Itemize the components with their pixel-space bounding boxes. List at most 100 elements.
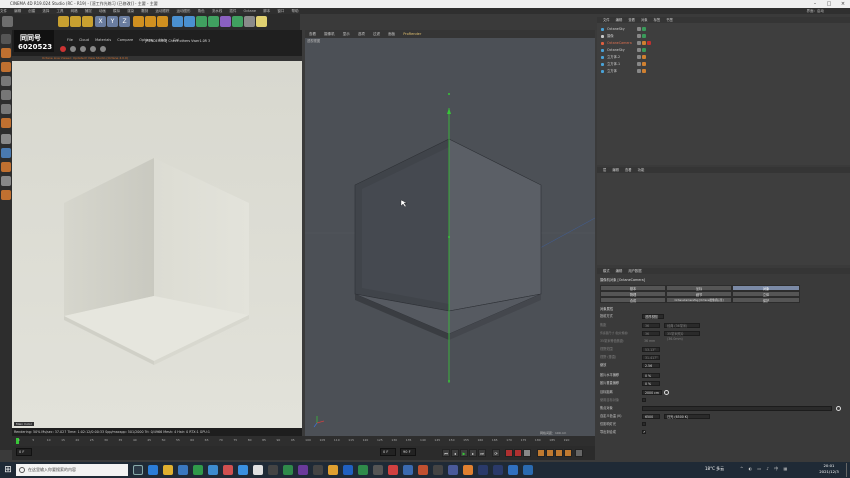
y-axis-icon[interactable]: Y (107, 16, 118, 27)
points-mode-icon[interactable] (1, 76, 11, 86)
edges-mode-icon[interactable] (1, 90, 11, 100)
wechat-work-icon[interactable] (283, 465, 293, 475)
file-explorer-icon[interactable] (163, 465, 173, 475)
om-menu-file[interactable]: 文件 (603, 18, 610, 22)
goto-start-icon[interactable]: ⏮ (442, 449, 450, 457)
pick-distance-icon[interactable] (664, 390, 669, 395)
vp-menu-cameras[interactable]: 摄像机 (324, 32, 335, 36)
vp-menu-filter[interactable]: 过滤 (373, 32, 380, 36)
model-mode-icon[interactable] (1, 48, 11, 58)
stop-render-icon[interactable] (60, 46, 66, 52)
pause-render-icon[interactable] (70, 46, 76, 52)
key-rotation-icon[interactable] (555, 449, 563, 457)
app-icon[interactable] (523, 465, 533, 475)
texture-mode-icon[interactable] (1, 62, 11, 72)
keyframe-selection-icon[interactable] (523, 449, 531, 457)
edge-icon[interactable] (148, 465, 158, 475)
spline-icon[interactable] (184, 16, 195, 27)
app-icon[interactable] (433, 465, 443, 475)
render-icon[interactable] (145, 16, 156, 27)
render-view-icon[interactable] (133, 16, 144, 27)
maximize-icon[interactable]: □ (822, 0, 836, 8)
nurbs-icon[interactable] (196, 16, 207, 27)
axis-mode-icon[interactable] (1, 118, 11, 128)
make-editable-icon[interactable] (1, 34, 11, 44)
om-menu-view[interactable]: 查看 (628, 18, 635, 22)
list-item[interactable]: 立方体.2 (599, 54, 849, 60)
menu-item[interactable]: 工具 (57, 9, 64, 13)
affect-lights-checkbox[interactable] (642, 422, 646, 426)
illustrator-icon[interactable] (463, 465, 473, 475)
start-frame-field[interactable]: 0 F (16, 448, 32, 456)
list-item[interactable]: 摄像 (599, 33, 849, 39)
current-frame-field[interactable]: 0 F (380, 448, 396, 456)
om-menu-edit[interactable]: 编辑 (616, 18, 623, 22)
app-icon[interactable] (313, 465, 323, 475)
zoom-field[interactable]: 2.56 (642, 363, 660, 368)
attr-menu-edit[interactable]: 编辑 (616, 269, 623, 273)
menu-item[interactable]: 捕捉 (85, 9, 92, 13)
locked-workplane-icon[interactable] (1, 162, 11, 172)
vp-menu-display[interactable]: 显示 (343, 32, 350, 36)
focal-preset-dropdown[interactable]: 经典 (36毫米) (664, 323, 700, 328)
show-desktop-button[interactable] (846, 463, 849, 477)
menu-item[interactable]: 动画 (99, 9, 106, 13)
film-offset-y-field[interactable]: 0 % (642, 381, 660, 386)
browser-icon[interactable] (223, 465, 233, 475)
app-icon[interactable] (403, 465, 413, 475)
z-axis-icon[interactable]: Z (119, 16, 130, 27)
rv-menu-cloud[interactable]: Cloud (79, 38, 89, 42)
menu-item[interactable]: 渲染 (127, 9, 134, 13)
close-icon[interactable]: × (836, 0, 850, 8)
undo-icon[interactable] (2, 16, 13, 27)
menu-item[interactable]: 运动图形 (177, 9, 191, 13)
goto-end-icon[interactable]: ⏭ (478, 449, 486, 457)
prev-key-icon[interactable]: ◂ (451, 449, 459, 457)
next-key-icon[interactable]: ▸ (469, 449, 477, 457)
attr-menu-userdata[interactable]: 用户数据 (628, 269, 641, 273)
sensor-size-field[interactable]: 36 (642, 331, 660, 336)
target-distance-field[interactable]: 2000 cm (642, 390, 662, 395)
list-item[interactable]: 立方体 (599, 68, 849, 74)
wechat-icon[interactable] (193, 465, 203, 475)
menu-item[interactable]: 创建 (28, 9, 35, 13)
excel-icon[interactable] (358, 465, 368, 475)
loop-icon[interactable]: ⟳ (492, 449, 500, 457)
menu-item[interactable]: 窗口 (277, 9, 284, 13)
sensor-preset-dropdown[interactable]: 35毫米照片 (36.0mm) (664, 331, 700, 341)
snap-icon[interactable] (1, 134, 11, 144)
app-icon[interactable] (328, 465, 338, 475)
layer-menu-layer[interactable]: 层 (603, 168, 606, 172)
list-item[interactable]: OctaneSky (599, 47, 849, 53)
timeline-menu-icon[interactable] (575, 449, 583, 457)
use-target-checkbox[interactable] (642, 398, 646, 402)
white-balance-preset-dropdown[interactable]: 日光 (6500 K) (664, 414, 710, 419)
fov-vertical-field[interactable]: 31.417° (642, 355, 660, 360)
list-item[interactable]: 立方体.1 (599, 61, 849, 67)
list-item[interactable]: OctaneSky (599, 26, 849, 32)
camera-icon[interactable] (244, 16, 255, 27)
pick-object-icon[interactable] (836, 406, 841, 411)
light-icon[interactable] (256, 16, 267, 27)
media-icon[interactable] (298, 465, 308, 475)
perspective-viewport[interactable] (305, 38, 595, 438)
scale-icon[interactable] (82, 16, 93, 27)
sculpt-icon[interactable] (1, 190, 11, 200)
menu-item[interactable]: 插件 (229, 9, 236, 13)
scene-icon[interactable] (232, 16, 243, 27)
system-tray-icons[interactable]: ^ ◐ ▭ ♪ 中 ▦ (740, 466, 800, 474)
chrome-icon[interactable] (253, 465, 263, 475)
restart-render-icon[interactable] (80, 46, 86, 52)
after-effects-icon[interactable] (478, 465, 488, 475)
layout-selector[interactable]: 界面：启动 (807, 8, 825, 14)
photoshop-icon[interactable] (508, 465, 518, 475)
om-menu-tags[interactable]: 标签 (654, 18, 661, 22)
key-param-icon[interactable] (564, 449, 572, 457)
menu-item[interactable]: 脚本 (263, 9, 270, 13)
region-render-icon[interactable] (90, 46, 96, 52)
word-icon[interactable] (343, 465, 353, 475)
x-axis-icon[interactable]: X (95, 16, 106, 27)
layer-menu-functions[interactable]: 功能 (638, 168, 645, 172)
key-scale-icon[interactable] (546, 449, 554, 457)
play-icon[interactable]: ▶ (460, 449, 468, 457)
